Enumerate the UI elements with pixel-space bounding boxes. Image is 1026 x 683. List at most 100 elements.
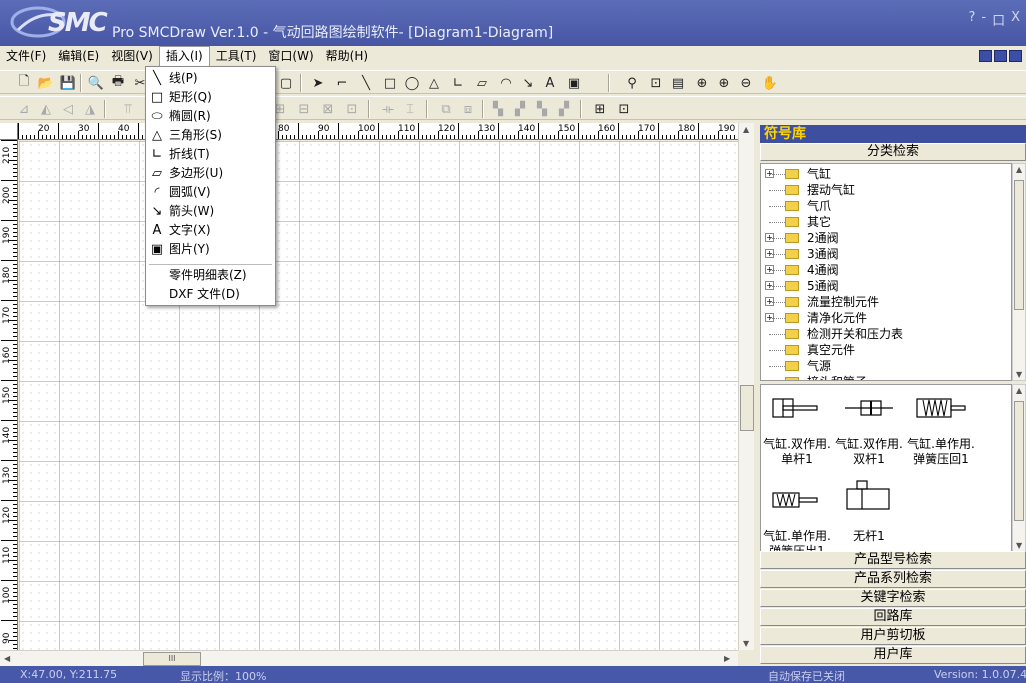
tree-item[interactable]: +3通阀	[761, 246, 1011, 262]
polyline-tool-icon[interactable]: ∟	[448, 73, 468, 93]
picture-tool-icon[interactable]: ▣	[564, 73, 584, 93]
tree-scrollbar[interactable]: ▲ ▼	[1012, 163, 1026, 381]
product-model-search-button[interactable]: 产品型号检索	[760, 551, 1026, 569]
menu-insert[interactable]: 插入(I)	[158, 46, 210, 67]
symbol-single-acting-spring-return[interactable]: 气缸.单作用. 弹簧压回1	[905, 385, 977, 471]
tree-item[interactable]: + 流量控制元件	[761, 294, 1011, 310]
text-tool-icon[interactable]: A	[540, 73, 560, 93]
menu-edit[interactable]: 编辑(E)	[52, 46, 105, 67]
send-back-icon[interactable]: ▞	[510, 99, 530, 119]
forward-icon[interactable]: ▚	[532, 99, 552, 119]
scroll-down-icon[interactable]: ▼	[743, 639, 749, 648]
rectangle-tool-icon[interactable]: □	[380, 73, 400, 93]
tree-item[interactable]: 其它	[761, 214, 1011, 230]
dxf-file-menu-item[interactable]: DXF 文件(D)	[146, 285, 275, 304]
insert-menu-item[interactable]: ▱ 多边形(U)	[146, 164, 275, 183]
ellipse-tool-icon[interactable]: ◯	[402, 73, 422, 93]
tree-item[interactable]: 气爪	[761, 198, 1011, 214]
flip-horizontal-icon[interactable]: ⊿	[14, 99, 34, 119]
insert-menu-item[interactable]: ╲ 线(P)	[146, 69, 275, 88]
print-preview-icon[interactable]: 🔍	[86, 73, 106, 93]
polygon-tool-icon[interactable]: ▱	[472, 73, 492, 93]
space-horizontal-icon[interactable]: ⟛	[378, 99, 398, 119]
canvas-vertical-scrollbar[interactable]: ▲ ▼	[738, 123, 754, 650]
bring-front-icon[interactable]: ▚	[488, 99, 508, 119]
distribute-icon[interactable]: ⊡	[342, 99, 362, 119]
tree-item[interactable]: +5通阀	[761, 278, 1011, 294]
insert-menu-item[interactable]: □ 矩形(Q)	[146, 88, 275, 107]
user-clipboard-button[interactable]: 用户剪切板	[760, 627, 1026, 645]
horizontal-scroll-thumb[interactable]: III	[143, 652, 201, 666]
product-series-search-button[interactable]: 产品系列检索	[760, 570, 1026, 588]
zoom-fit-icon[interactable]: ⊡	[646, 73, 666, 93]
arrow-tool-icon[interactable]: ↘	[518, 73, 538, 93]
gallery-scrollbar[interactable]: ▲ ▼	[1012, 384, 1026, 552]
mdi-restore-button[interactable]	[994, 50, 1007, 62]
triangle-tool-icon[interactable]: △	[424, 73, 444, 93]
zoom-out-icon[interactable]: ⊖	[736, 73, 756, 93]
drawing-canvas[interactable]	[19, 141, 738, 650]
symbol-double-acting-double-rod[interactable]: 气缸.双作用. 双杆1	[833, 385, 905, 471]
insert-menu-item[interactable]: ↘ 箭头(W)	[146, 202, 275, 221]
insert-menu-item[interactable]: ◜ 圆弧(V)	[146, 183, 275, 202]
user-library-button[interactable]: 用户库	[760, 646, 1026, 664]
ungroup-icon[interactable]: ⧈	[458, 99, 478, 119]
align-center-icon[interactable]: ⊟	[294, 99, 314, 119]
circuit-library-button[interactable]: 回路库	[760, 608, 1026, 626]
group-icon[interactable]: ⧉	[436, 99, 456, 119]
arc-tool-icon[interactable]: ◠	[496, 73, 516, 93]
menu-window[interactable]: 窗口(W)	[262, 46, 319, 67]
symbol-rodless[interactable]: 无杆1	[833, 477, 905, 551]
align-top-icon[interactable]: ⫪	[118, 99, 138, 119]
tree-item[interactable]: 真空元件	[761, 342, 1011, 358]
mdi-close-button[interactable]	[1009, 50, 1022, 62]
menu-tools[interactable]: 工具(T)	[210, 46, 263, 67]
parts-list-menu-item[interactable]: 零件明细表(Z)	[146, 266, 275, 285]
scroll-right-icon[interactable]: ▶	[724, 654, 730, 663]
close-button[interactable]: X	[1011, 10, 1020, 29]
tree-item[interactable]: 接头和管子	[761, 374, 1011, 380]
gallery-scroll-thumb[interactable]	[1014, 401, 1024, 521]
tree-item[interactable]: +4通阀	[761, 262, 1011, 278]
mdi-minimize-button[interactable]	[979, 50, 992, 62]
open-folder-icon[interactable]: 📂	[36, 73, 56, 93]
symbol-single-acting-spring-extend[interactable]: 气缸.单作用. 弹簧压出1	[761, 477, 833, 551]
print-icon[interactable]: 🖶	[108, 73, 128, 93]
scroll-up-icon[interactable]: ▲	[743, 125, 749, 134]
page-icon[interactable]: ▢	[276, 73, 296, 93]
insert-menu-item[interactable]: A 文字(X)	[146, 221, 275, 240]
insert-menu-item[interactable]: ▣ 图片(Y)	[146, 240, 275, 259]
grid-icon[interactable]: ⊞	[590, 99, 610, 119]
tree-item[interactable]: 摆动气缸	[761, 182, 1011, 198]
select-pointer-icon[interactable]: ➤	[308, 73, 328, 93]
snap-icon[interactable]: ⊡	[614, 99, 634, 119]
save-icon[interactable]: 💾	[58, 73, 78, 93]
pan-hand-icon[interactable]: ✋	[760, 73, 780, 93]
space-vertical-icon[interactable]: ⌶	[400, 99, 420, 119]
new-file-icon[interactable]: 🗋	[14, 73, 34, 93]
help-button[interactable]: ?	[968, 10, 975, 29]
zoom-icon[interactable]: ⚲	[622, 73, 642, 93]
keyword-search-button[interactable]: 关键字检索	[760, 589, 1026, 607]
zoom-in-icon[interactable]: ⊕	[714, 73, 734, 93]
minimize-button[interactable]: -	[981, 10, 986, 29]
insert-menu-item[interactable]: ∟ 折线(T)	[146, 145, 275, 164]
canvas-horizontal-scrollbar[interactable]: ◀ III ▶	[0, 650, 738, 666]
scroll-left-icon[interactable]: ◀	[4, 654, 10, 663]
maximize-button[interactable]: 口	[992, 10, 1005, 29]
tree-item[interactable]: + 气缸	[761, 166, 1011, 182]
tree-item[interactable]: + 清净化元件	[761, 310, 1011, 326]
category-search-button[interactable]: 分类检索	[760, 143, 1026, 161]
menu-file[interactable]: 文件(F)	[0, 46, 52, 67]
insert-menu-item[interactable]: ⬭ 椭圆(R)	[146, 107, 275, 126]
symbol-double-acting-single-rod[interactable]: 气缸.双作用. 单杆1	[761, 385, 833, 471]
rotate-right-icon[interactable]: ◮	[80, 99, 100, 119]
menu-view[interactable]: 视图(V)	[105, 46, 159, 67]
vertical-scroll-thumb[interactable]	[740, 385, 754, 431]
tree-item[interactable]: 检测开关和压力表	[761, 326, 1011, 342]
connector-icon[interactable]: ⌐	[332, 73, 352, 93]
tree-item[interactable]: +2通阀	[761, 230, 1011, 246]
zoom-area-icon[interactable]: ⊕	[692, 73, 712, 93]
tree-item[interactable]: 气源	[761, 358, 1011, 374]
flip-vertical-icon[interactable]: ◭	[36, 99, 56, 119]
